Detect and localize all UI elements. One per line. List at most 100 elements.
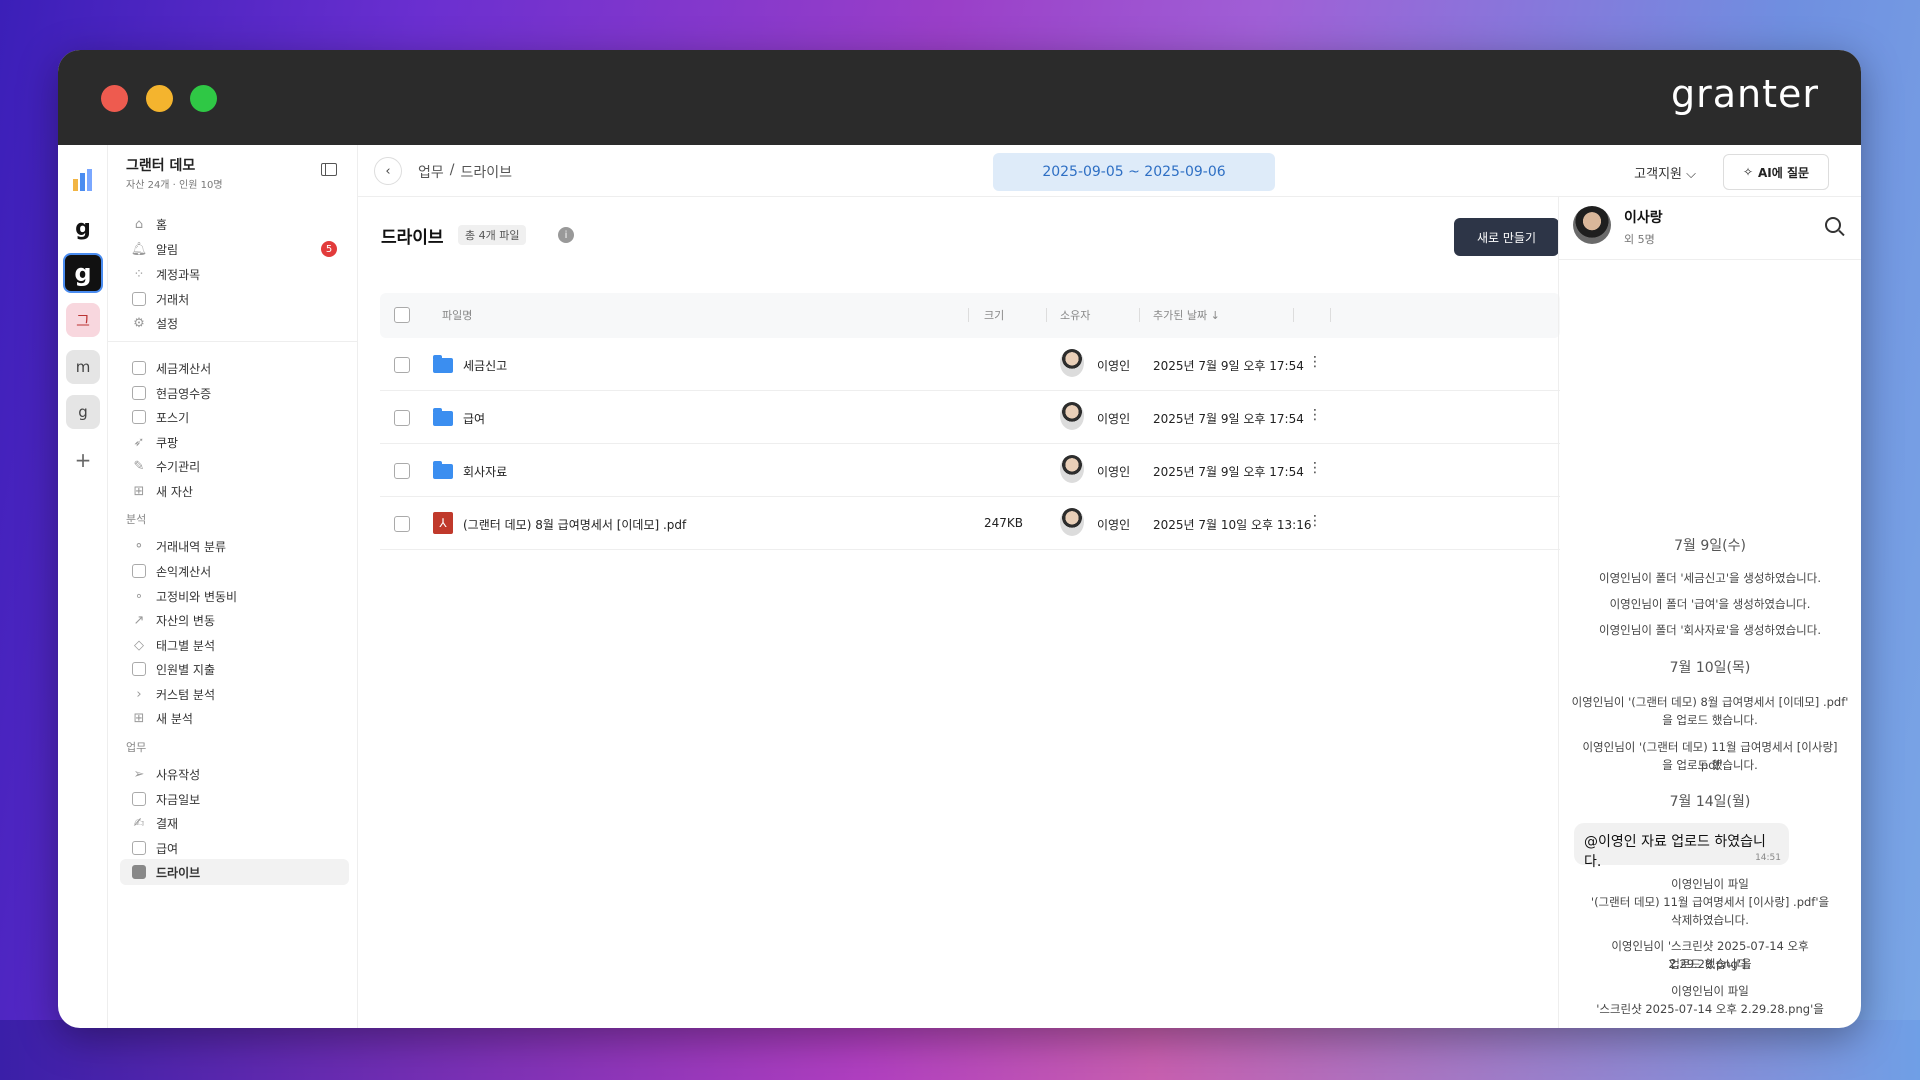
sidebar-item-alerts[interactable]: 🔔︎ 알림 5	[120, 236, 349, 262]
column-separator[interactable]	[1139, 308, 1140, 322]
owner-avatar	[1060, 455, 1084, 483]
sidebar-item-label: 알림	[156, 242, 179, 257]
activity-log[interactable]: '(그랜터 데모) 11월 급여명세서 [이사랑] .pdf'을	[1569, 893, 1851, 911]
sidebar-item-tax-invoice[interactable]: 세금계산서	[120, 355, 349, 381]
minimize-window-button[interactable]	[146, 85, 173, 112]
file-name[interactable]: 급여	[463, 410, 485, 427]
sidebar-item-approval[interactable]: ✍ 결재	[120, 810, 349, 836]
customer-support-dropdown[interactable]: 고객지원 ⌵	[1634, 163, 1696, 182]
sidebar-item-home[interactable]: ⌂ 홈	[120, 211, 349, 237]
pencil-icon: ✎	[133, 458, 145, 474]
info-icon[interactable]: i	[558, 227, 574, 243]
chart-logo-icon[interactable]	[66, 163, 100, 197]
sidebar-item-new-analysis[interactable]: ⊞ 새 분석	[120, 705, 349, 731]
chat-message[interactable]: @이영인 자료 업로드 하였습니다. 14:51	[1574, 823, 1789, 870]
activity-log: 이영인님이 폴더 '급여'을 생성하였습니다.	[1609, 597, 1811, 611]
panel-header: 이사랑 외 5명	[1559, 197, 1861, 260]
table-row[interactable]: 회사자료 이영인 2025년 7월 9일 오후 17:54 ⋮	[380, 444, 1560, 497]
column-separator[interactable]	[1330, 308, 1331, 322]
file-name[interactable]: 회사자료	[463, 463, 507, 480]
column-separator[interactable]	[1293, 308, 1294, 322]
sidebar-item-accounts[interactable]: ⁘ 계정과목	[120, 261, 349, 287]
header-filename[interactable]: 파일명	[442, 307, 472, 323]
header-date-added[interactable]: 추가된 날짜 ↓	[1153, 307, 1220, 323]
more-options-icon[interactable]: ⋮	[1308, 513, 1322, 529]
ask-ai-button[interactable]: ✧ AI에 질문	[1723, 154, 1829, 190]
sidebar-item-label: 포스기	[156, 410, 190, 425]
file-name[interactable]: (그랜터 데모) 8월 급여명세서 [이데모] .pdf	[463, 516, 686, 533]
sidebar-item-fixed-variable[interactable]: ∘ 고정비와 변동비	[120, 583, 349, 609]
sidebar-item-manual[interactable]: ✎ 수기관리	[120, 453, 349, 479]
sidebar-item-cash-receipt[interactable]: 현금영수증	[120, 380, 349, 406]
column-separator[interactable]	[1046, 308, 1047, 322]
sidebar-item-label: 사유작성	[156, 767, 201, 782]
pos-icon	[132, 410, 146, 424]
classify-icon: ⚬	[133, 538, 145, 554]
header-size[interactable]: 크기	[984, 307, 1004, 323]
more-options-icon[interactable]: ⋮	[1308, 354, 1322, 370]
section-label-analysis: 분석	[126, 513, 147, 526]
workspace-g-gray[interactable]: g	[66, 395, 100, 429]
row-checkbox[interactable]	[394, 357, 410, 373]
top-bar: ‹ 업무 / 드라이브 2025-09-05 ~ 2025-09-06 고객지원…	[358, 145, 1861, 197]
sidebar-item-classify[interactable]: ⚬ 거래내역 분류	[120, 533, 349, 559]
sidebar-item-label: 거래내역 분류	[156, 539, 227, 554]
row-checkbox[interactable]	[394, 516, 410, 532]
sidebar-item-new-asset[interactable]: ⊞ 새 자산	[120, 478, 349, 504]
sidebar-item-drive[interactable]: 드라이브	[120, 859, 349, 885]
sidebar-item-label: 계정과목	[156, 267, 201, 282]
breadcrumb-work[interactable]: 업무	[418, 162, 444, 182]
select-all-checkbox[interactable]	[394, 307, 410, 323]
sidebar-item-custom-analysis[interactable]: › 커스텀 분석	[120, 681, 349, 707]
back-button[interactable]: ‹	[374, 157, 402, 185]
activity-log[interactable]: '스크린샷 2025-07-14 오후 2.29.28.png'을	[1569, 1000, 1851, 1018]
workspace-g-active[interactable]: g	[63, 253, 103, 293]
file-name[interactable]: 세금신고	[463, 357, 507, 374]
file-count-badge: 총 4개 파일	[458, 225, 527, 245]
column-separator[interactable]	[968, 308, 969, 322]
workspace-ko[interactable]: 그	[66, 303, 100, 337]
workspace-g-plain[interactable]: g	[66, 211, 100, 245]
sidebar-item-label: 인원별 지출	[156, 662, 216, 677]
sidebar-item-pos[interactable]: 포스기	[120, 404, 349, 430]
sidebar-item-coupang[interactable]: ➶ 쿠팡	[120, 429, 349, 455]
table-row[interactable]: 급여 이영인 2025년 7월 9일 오후 17:54 ⋮	[380, 391, 1560, 444]
org-name[interactable]: 그랜터 데모	[126, 155, 195, 175]
sidebar-item-reason[interactable]: ➢ 사유작성	[120, 761, 349, 787]
breadcrumb-drive[interactable]: 드라이브	[460, 162, 512, 182]
table-row[interactable]: 세금신고 이영인 2025년 7월 9일 오후 17:54 ⋮	[380, 338, 1560, 391]
sidebar-item-person-spend[interactable]: 인원별 지출	[120, 656, 349, 682]
sidebar-item-tag-analysis[interactable]: ◇ 태그별 분석	[120, 632, 349, 658]
row-checkbox[interactable]	[394, 410, 410, 426]
member-count: 외 5명	[1624, 233, 1655, 246]
sidebar-item-settings[interactable]: ⚙ 설정	[120, 310, 349, 336]
create-new-button[interactable]: 새로 만들기	[1454, 218, 1559, 256]
sidebar-item-payroll[interactable]: 급여	[120, 835, 349, 861]
date-range-picker[interactable]: 2025-09-05 ~ 2025-09-06	[993, 153, 1275, 191]
sidebar-item-clients[interactable]: 거래처	[120, 286, 349, 312]
tag-icon: ◇	[134, 637, 144, 653]
workspace-m[interactable]: m	[66, 350, 100, 384]
table-row[interactable]: ⅄ (그랜터 데모) 8월 급여명세서 [이데모] .pdf 247KB 이영인…	[380, 497, 1560, 550]
sidebar-item-income-statement[interactable]: 손익계산서	[120, 558, 349, 584]
member-name[interactable]: 이사랑	[1624, 207, 1663, 227]
report-icon	[132, 792, 146, 806]
sidebar-item-daily-report[interactable]: 자금일보	[120, 786, 349, 812]
more-options-icon[interactable]: ⋮	[1308, 407, 1322, 423]
add-workspace-button[interactable]: +	[66, 443, 100, 477]
sidebar-item-label: 자금일보	[156, 792, 201, 807]
date-added: 2025년 7월 9일 오후 17:54	[1153, 465, 1304, 479]
row-checkbox[interactable]	[394, 463, 410, 479]
contact-icon	[132, 292, 146, 306]
folder-icon	[433, 461, 453, 479]
sidebar-collapse-icon[interactable]	[321, 163, 337, 176]
activity-log[interactable]: 이영인님이 '(그랜터 데모) 8월 급여명세서 [이데모] .pdf'	[1569, 693, 1851, 711]
sidebar-item-label: 수기관리	[156, 459, 201, 474]
more-options-icon[interactable]: ⋮	[1308, 460, 1322, 476]
search-icon[interactable]	[1825, 217, 1841, 233]
maximize-window-button[interactable]	[190, 85, 217, 112]
close-window-button[interactable]	[101, 85, 128, 112]
header-owner[interactable]: 소유자	[1060, 307, 1090, 323]
brand-logo: granter	[1670, 72, 1819, 116]
sidebar-item-asset-change[interactable]: ↗ 자산의 변동	[120, 607, 349, 633]
